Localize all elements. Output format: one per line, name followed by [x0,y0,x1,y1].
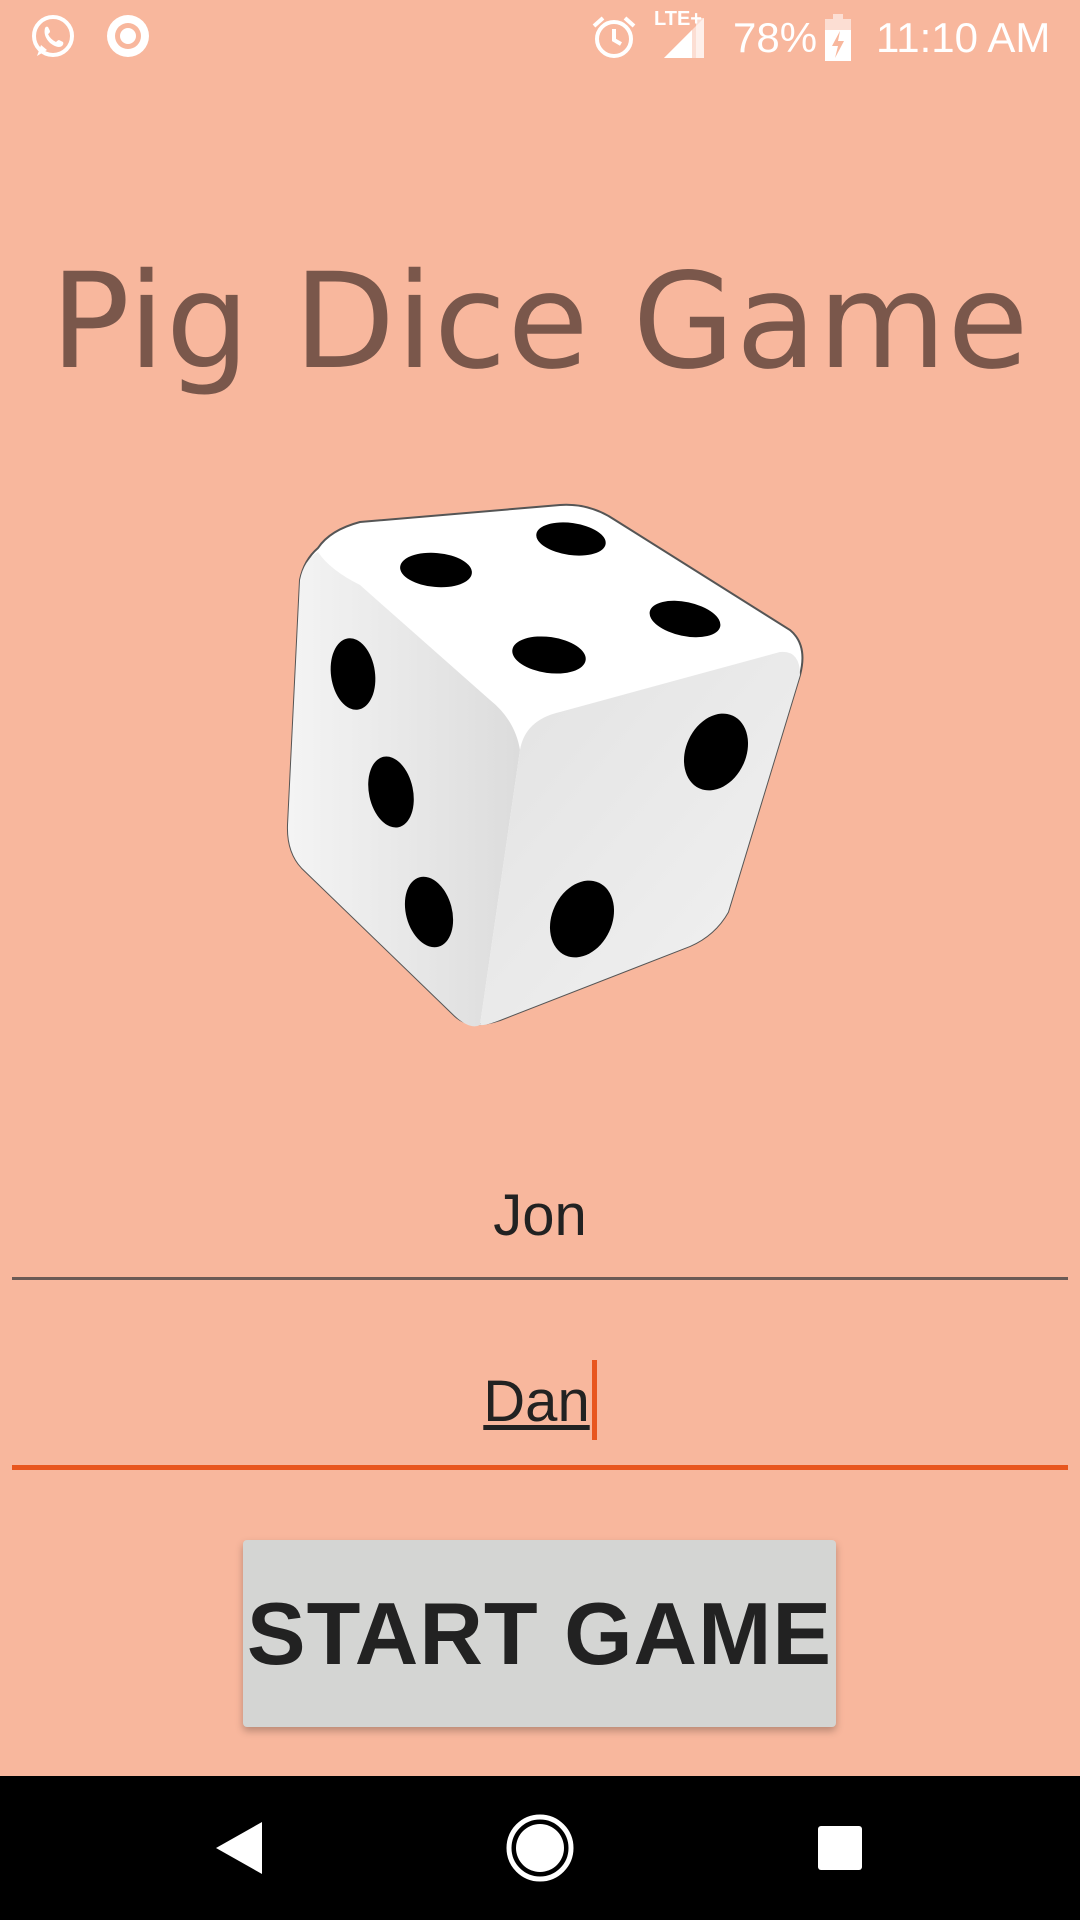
start-game-button[interactable]: START GAME [243,1540,836,1727]
home-icon [506,1814,574,1882]
back-button[interactable] [140,1776,340,1920]
player2-input[interactable]: Dan [483,1369,589,1434]
player2-field[interactable]: Dan [12,1352,1068,1470]
navigation-bar [0,1776,1080,1920]
text-cursor [591,1359,597,1440]
whatsapp-icon [28,12,78,67]
battery-charging-icon [824,14,852,67]
status-bar: LTE+ 78% 11:10 AM [0,0,1080,72]
recents-icon [818,1826,862,1870]
home-button[interactable] [440,1776,640,1920]
page-title: Pig Dice Game [50,245,1030,399]
player1-input[interactable]: Jon [12,1182,1068,1249]
back-icon [216,1822,262,1874]
dice-image [270,490,830,1040]
player1-field[interactable]: Jon [12,1165,1068,1280]
battery-percent: 78% [733,14,818,61]
recents-button[interactable] [740,1776,940,1920]
player2-underline [12,1465,1068,1470]
dice-five-icon [286,503,804,1027]
status-time: 11:10 AM [876,14,1051,61]
record-icon [104,12,152,65]
alarm-icon [590,14,638,65]
player1-underline [12,1277,1068,1280]
player2-input-wrap[interactable]: Dan [12,1352,1068,1452]
network-label: LTE+ [654,8,702,30]
